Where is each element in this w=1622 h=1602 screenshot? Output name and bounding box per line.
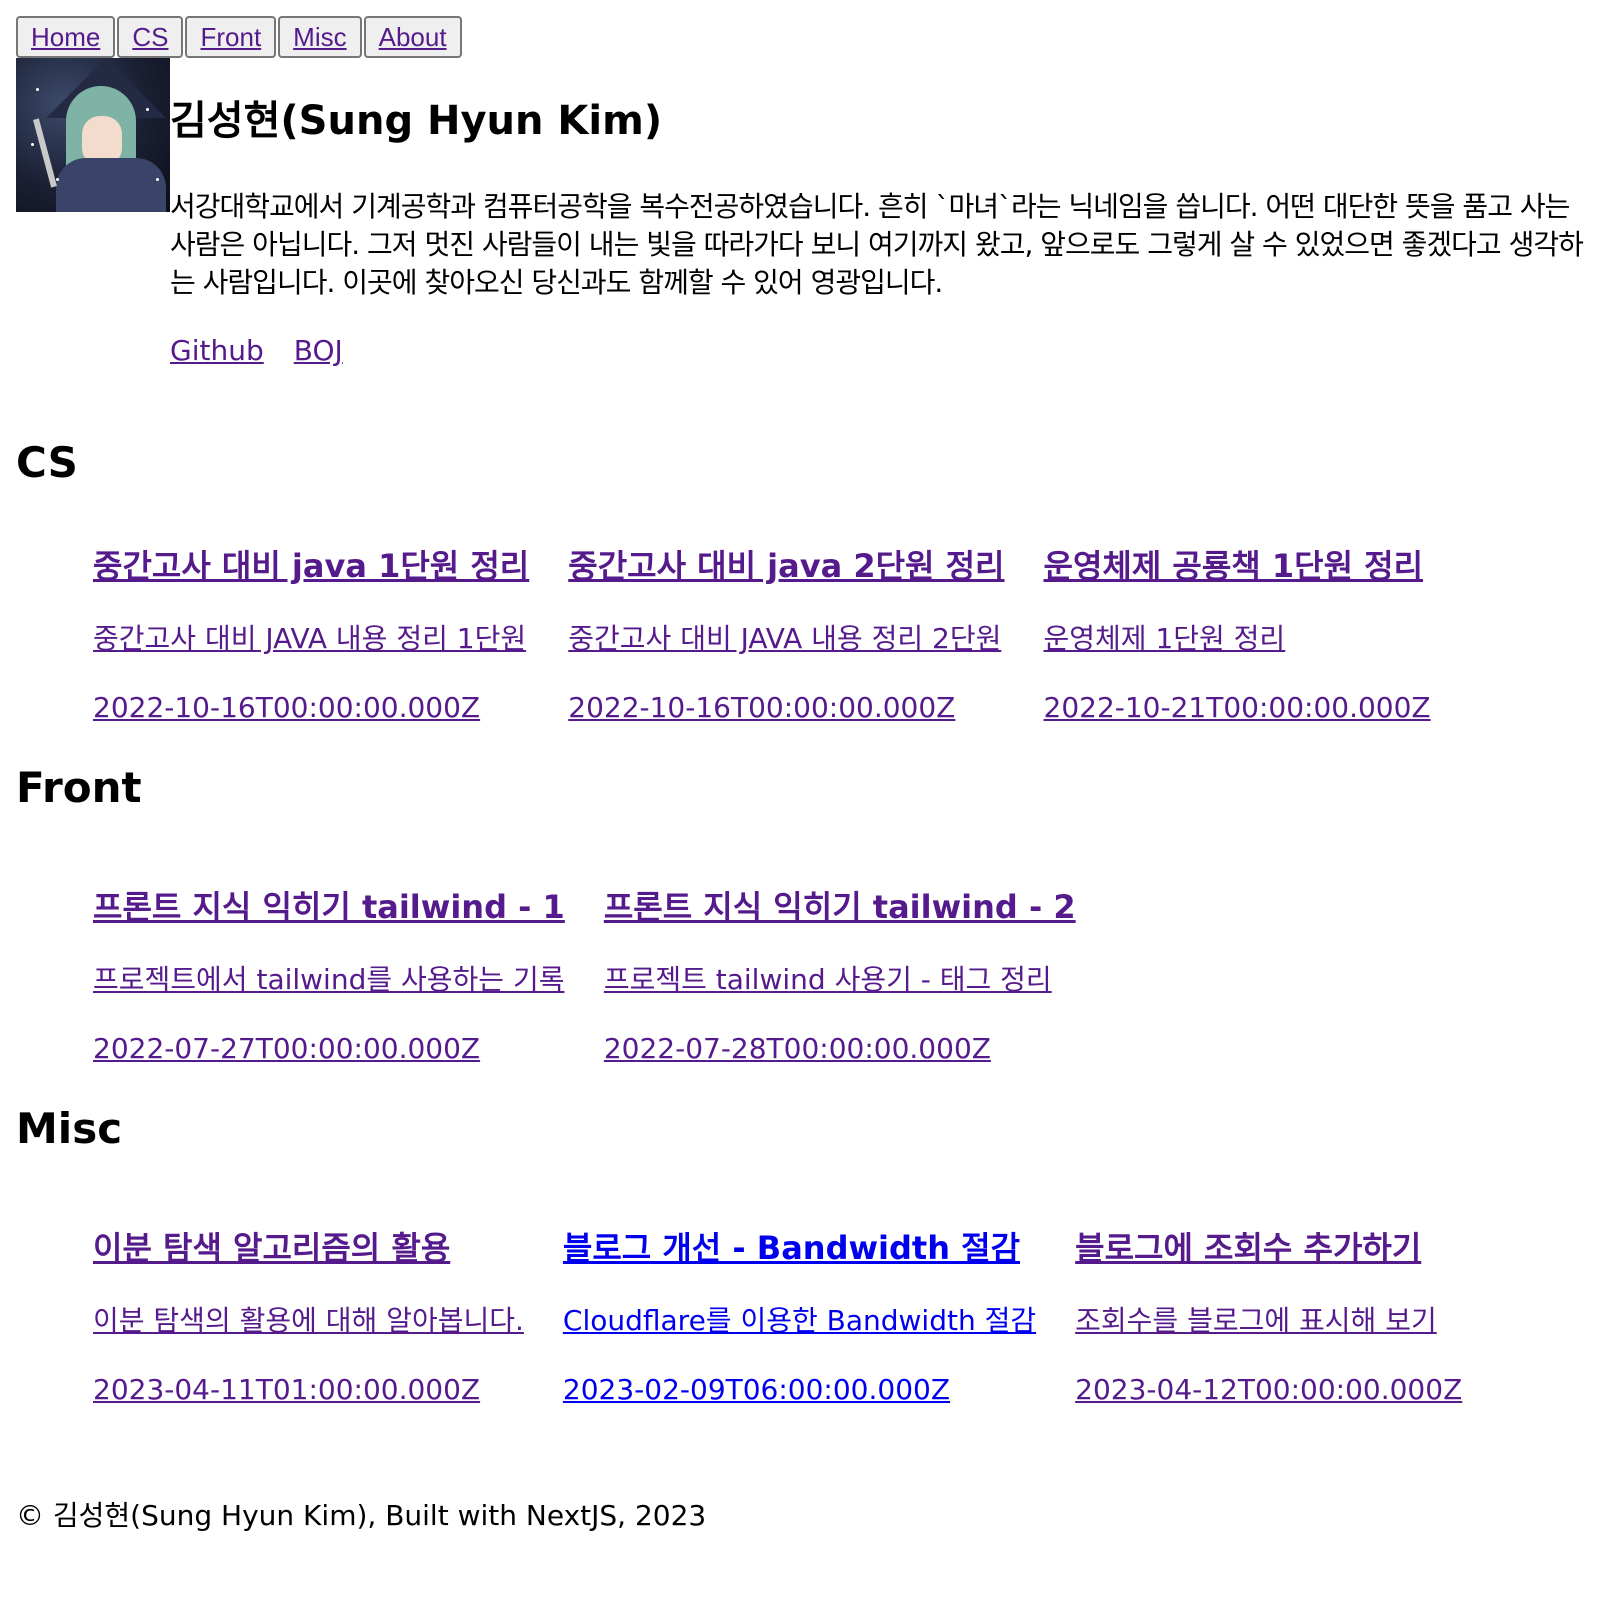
section-misc: Misc 이분 탐색 알고리즘의 활용 이분 탐색의 활용에 대해 알아봅니다.… xyxy=(16,1105,1606,1406)
post-desc-link[interactable]: 조회수를 블로그에 표시해 보기 xyxy=(1075,1305,1437,1337)
section-cs: CS 중간고사 대비 java 1단원 정리 중간고사 대비 JAVA 내용 정… xyxy=(16,439,1606,724)
post-card: 블로그에 조회수 추가하기 조회수를 블로그에 표시해 보기 2023-04-1… xyxy=(1075,1229,1462,1406)
post-date-link[interactable]: 2022-10-16T00:00:00.000Z xyxy=(93,692,480,724)
section-title: Misc xyxy=(16,1104,123,1153)
section-title: Front xyxy=(16,763,142,812)
nav-cs-button[interactable]: CS xyxy=(117,16,184,58)
post-card: 프론트 지식 익히기 tailwind - 2 프로젝트 tailwind 사용… xyxy=(604,888,1076,1065)
post-card: 중간고사 대비 java 2단원 정리 중간고사 대비 JAVA 내용 정리 2… xyxy=(568,547,1004,724)
post-title-link[interactable]: 블로그 개선 - Bandwidth 절감 xyxy=(563,1229,1020,1267)
post-desc-link[interactable]: 운영체제 1단원 정리 xyxy=(1044,623,1286,655)
section-front: Front 프론트 지식 익히기 tailwind - 1 프로젝트에서 tai… xyxy=(16,764,1606,1065)
post-desc-link[interactable]: 프로젝트 tailwind 사용기 - 태그 정리 xyxy=(604,964,1052,996)
avatar xyxy=(16,58,170,212)
nav-about-label[interactable]: About xyxy=(379,22,447,52)
nav-cs-label[interactable]: CS xyxy=(132,22,168,52)
post-date-link[interactable]: 2022-07-27T00:00:00.000Z xyxy=(93,1033,480,1065)
profile-name: 김성현(Sung Hyun Kim) xyxy=(170,98,663,144)
post-title-link[interactable]: 중간고사 대비 java 2단원 정리 xyxy=(568,547,1004,585)
post-title-link[interactable]: 중간고사 대비 java 1단원 정리 xyxy=(93,547,529,585)
post-desc-link[interactable]: 중간고사 대비 JAVA 내용 정리 1단원 xyxy=(93,623,526,655)
nav-home-button[interactable]: Home xyxy=(16,16,116,58)
post-date-link[interactable]: 2022-10-21T00:00:00.000Z xyxy=(1044,692,1431,724)
profile-intro: 김성현(Sung Hyun Kim) 서강대학교에서 기계공학과 컴퓨터공학을 … xyxy=(170,58,1606,367)
post-date-link[interactable]: 2023-04-12T00:00:00.000Z xyxy=(1075,1374,1462,1406)
profile: 김성현(Sung Hyun Kim) 서강대학교에서 기계공학과 컴퓨터공학을 … xyxy=(16,58,1606,367)
nav-front-label[interactable]: Front xyxy=(200,22,261,52)
post-card: 운영체제 공룡책 1단원 정리 운영체제 1단원 정리 2022-10-21T0… xyxy=(1044,547,1431,724)
post-card: 이분 탐색 알고리즘의 활용 이분 탐색의 활용에 대해 알아봅니다. 2023… xyxy=(93,1229,524,1406)
post-title-link[interactable]: 운영체제 공룡책 1단원 정리 xyxy=(1044,547,1424,585)
nav-front-button[interactable]: Front xyxy=(185,16,277,58)
github-link[interactable]: Github xyxy=(170,334,264,367)
profile-bio: 서강대학교에서 기계공학과 컴퓨터공학을 복수전공하였습니다. 흔히 `마녀`라… xyxy=(170,190,1584,299)
profile-links: Github BOJ xyxy=(170,334,1606,367)
boj-link[interactable]: BOJ xyxy=(294,334,343,367)
post-title-link[interactable]: 이분 탐색 알고리즘의 활용 xyxy=(93,1229,450,1267)
post-desc-link[interactable]: 이분 탐색의 활용에 대해 알아봅니다. xyxy=(93,1305,524,1337)
post-title-link[interactable]: 프론트 지식 익히기 tailwind - 2 xyxy=(604,888,1076,926)
post-title-link[interactable]: 블로그에 조회수 추가하기 xyxy=(1075,1229,1421,1267)
top-nav: Home CS Front Misc About xyxy=(16,16,1606,58)
post-desc-link[interactable]: 중간고사 대비 JAVA 내용 정리 2단원 xyxy=(568,623,1001,655)
post-card: 블로그 개선 - Bandwidth 절감 Cloudflare를 이용한 Ba… xyxy=(563,1229,1036,1406)
post-desc-link[interactable]: 프로젝트에서 tailwind를 사용하는 기록 xyxy=(93,964,564,996)
nav-about-button[interactable]: About xyxy=(363,16,462,58)
post-card: 중간고사 대비 java 1단원 정리 중간고사 대비 JAVA 내용 정리 1… xyxy=(93,547,529,724)
post-desc-link[interactable]: Cloudflare를 이용한 Bandwidth 절감 xyxy=(563,1305,1036,1337)
section-title: CS xyxy=(16,438,78,487)
nav-misc-label[interactable]: Misc xyxy=(293,22,346,52)
post-date-link[interactable]: 2023-04-11T01:00:00.000Z xyxy=(93,1374,480,1406)
nav-misc-button[interactable]: Misc xyxy=(278,16,362,58)
post-title-link[interactable]: 프론트 지식 익히기 tailwind - 1 xyxy=(93,888,565,926)
nav-home-label[interactable]: Home xyxy=(31,22,100,52)
post-date-link[interactable]: 2022-07-28T00:00:00.000Z xyxy=(604,1033,991,1065)
footer: © 김성현(Sung Hyun Kim), Built with NextJS,… xyxy=(16,1499,707,1532)
post-date-link[interactable]: 2023-02-09T06:00:00.000Z xyxy=(563,1374,950,1406)
post-date-link[interactable]: 2022-10-16T00:00:00.000Z xyxy=(568,692,955,724)
post-card: 프론트 지식 익히기 tailwind - 1 프로젝트에서 tailwind를… xyxy=(93,888,565,1065)
